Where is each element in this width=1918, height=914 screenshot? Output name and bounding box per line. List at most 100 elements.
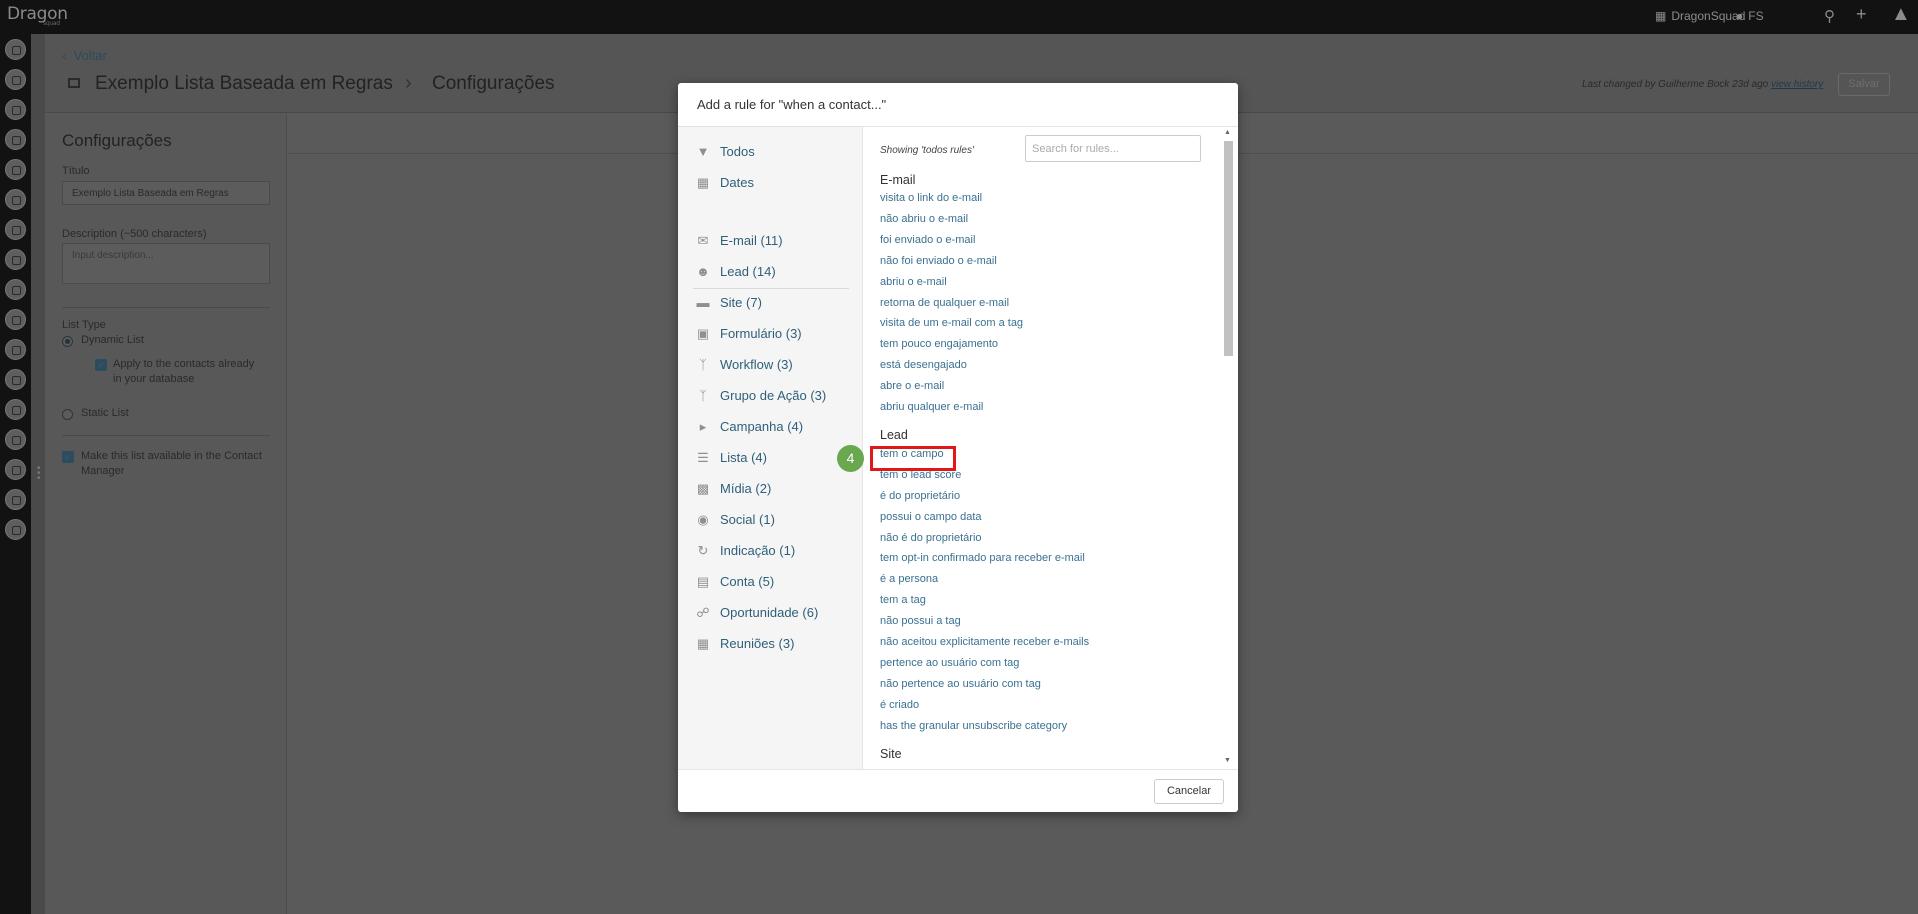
section-email-title: E-mail bbox=[880, 173, 916, 187]
category-midia[interactable]: ▩ Mídia (2) bbox=[695, 481, 771, 496]
category-campanha[interactable]: ▸ Campanha (4) bbox=[695, 419, 803, 434]
rule-item[interactable]: abre o e-mail bbox=[880, 380, 944, 392]
back-link[interactable]: ‹ Voltar bbox=[62, 48, 107, 63]
settings-panel: Configurações Título Exemplo Lista Basea… bbox=[45, 114, 287, 914]
category-label: Reuniões (3) bbox=[720, 636, 795, 651]
reports-icon[interactable] bbox=[5, 489, 26, 510]
category-reunioes[interactable]: ▦ Reuniões (3) bbox=[695, 636, 795, 651]
rule-item[interactable]: não pertence ao usuário com tag bbox=[880, 678, 1041, 690]
dynamic-list-radio[interactable] bbox=[62, 336, 73, 347]
rule-item[interactable]: tem pouco engajamento bbox=[880, 338, 998, 350]
likes-icon[interactable] bbox=[5, 279, 26, 300]
film-icon: ▩ bbox=[696, 480, 710, 496]
rule-item[interactable]: não aceitou explicitamente receber e-mai… bbox=[880, 636, 1089, 648]
category-conta[interactable]: ▤ Conta (5) bbox=[695, 574, 774, 589]
filter-dates[interactable]: ▦ Dates bbox=[695, 175, 754, 190]
search-icon[interactable]: ⚲ bbox=[1824, 7, 1835, 25]
rule-item[interactable]: visita de um e-mail com a tag bbox=[880, 317, 1023, 329]
rule-item[interactable]: tem opt-in confirmado para receber e-mai… bbox=[880, 552, 1085, 564]
chat-icon[interactable] bbox=[5, 369, 26, 390]
divider bbox=[62, 307, 270, 308]
rule-item[interactable]: pertence ao usuário com tag bbox=[880, 657, 1019, 669]
rule-item[interactable]: é a persona bbox=[880, 573, 938, 585]
filter-icon: ▼ bbox=[696, 143, 710, 159]
breadcrumb-title[interactable]: Exemplo Lista Baseada em Regras bbox=[95, 73, 393, 95]
media-icon[interactable] bbox=[5, 309, 26, 330]
social-icon[interactable] bbox=[5, 249, 26, 270]
user-menu[interactable]: ● FS bbox=[1736, 9, 1764, 23]
branch-icon: ᛉ bbox=[699, 356, 707, 372]
category-lista[interactable]: ☰ Lista (4) bbox=[695, 450, 767, 465]
calendar-icon: ▦ bbox=[696, 174, 710, 190]
rocket-icon[interactable]: ▲ bbox=[1891, 3, 1911, 26]
rule-item[interactable]: has the granular unsubscribe category bbox=[880, 720, 1067, 732]
integrations-icon[interactable] bbox=[5, 519, 26, 540]
category-social[interactable]: ◉ Social (1) bbox=[695, 512, 775, 527]
scroll-up-icon[interactable]: ▲ bbox=[1224, 129, 1231, 136]
rule-item[interactable]: não possui a tag bbox=[880, 615, 961, 627]
landing-pages-icon[interactable] bbox=[5, 129, 26, 150]
category-label: Formulário (3) bbox=[720, 326, 802, 341]
rule-item[interactable]: visita o link do e-mail bbox=[880, 192, 982, 204]
last-changed: Last changed by Guilherme Bock 23d ago v… bbox=[1582, 79, 1823, 90]
rule-item[interactable]: é criado bbox=[880, 699, 919, 711]
view-history-link[interactable]: view history bbox=[1771, 79, 1823, 90]
top-bar: Dragon squad ▦ DragonSquad ● FS ⚲ + ▲ bbox=[0, 0, 1918, 34]
rules-scrollbar[interactable]: ▲ ▼ bbox=[1222, 129, 1234, 769]
rule-item[interactable]: é do proprietário bbox=[880, 490, 960, 502]
calendar-icon[interactable] bbox=[5, 339, 26, 360]
workspace-name: DragonSquad bbox=[1671, 9, 1746, 23]
rule-item[interactable]: abriu o e-mail bbox=[880, 276, 947, 288]
search-rules-input[interactable]: Search for rules... bbox=[1025, 135, 1201, 162]
rule-item[interactable]: não abriu o e-mail bbox=[880, 213, 968, 225]
category-workflow[interactable]: ᛉ Workflow (3) bbox=[695, 357, 793, 372]
modal-header: Add a rule for "when a contact..." bbox=[678, 83, 1238, 127]
rule-category-sidebar: ▼ Todos ▦ Dates ✉ E-mail (11) ☻ Lead (14… bbox=[678, 127, 863, 769]
rule-item[interactable]: está desengajado bbox=[880, 359, 967, 371]
forms-icon[interactable] bbox=[5, 99, 26, 120]
rule-item[interactable]: não foi enviado o e-mail bbox=[880, 255, 997, 267]
highlight-box bbox=[870, 446, 956, 471]
description-field[interactable]: Input description... bbox=[62, 243, 270, 284]
rule-item[interactable]: retorna de qualquer e-mail bbox=[880, 297, 1009, 309]
drag-handle-icon[interactable]: • • • bbox=[37, 464, 41, 484]
available-line2: Manager bbox=[81, 465, 125, 477]
contacts-icon[interactable] bbox=[5, 39, 26, 60]
category-email[interactable]: ✉ E-mail (11) bbox=[695, 233, 783, 248]
rule-item[interactable]: tem a tag bbox=[880, 594, 926, 606]
user-icon: ☻ bbox=[696, 263, 710, 279]
static-list-radio[interactable] bbox=[62, 409, 73, 420]
scroll-down-icon[interactable]: ▼ bbox=[1224, 757, 1231, 764]
rule-item[interactable]: não é do proprietário bbox=[880, 532, 982, 544]
save-button[interactable]: Salvar bbox=[1838, 73, 1890, 96]
workspace-switcher[interactable]: ▦ DragonSquad bbox=[1655, 9, 1745, 23]
email-icon[interactable] bbox=[5, 69, 26, 90]
add-user-icon[interactable] bbox=[5, 459, 26, 480]
support-icon[interactable] bbox=[5, 429, 26, 450]
apply-existing-checkbox[interactable]: ✓ bbox=[95, 359, 107, 371]
app-logo[interactable]: Dragon squad bbox=[7, 4, 68, 27]
category-indicacao[interactable]: ↻ Indicação (1) bbox=[695, 543, 796, 558]
rule-item[interactable]: foi enviado o e-mail bbox=[880, 234, 975, 246]
available-in-contact-manager-checkbox[interactable]: ✓ bbox=[62, 451, 74, 463]
rule-item[interactable]: possui o campo data bbox=[880, 511, 982, 523]
divider bbox=[62, 435, 270, 436]
analytics-icon[interactable] bbox=[5, 399, 26, 420]
rule-item[interactable]: abriu qualquer e-mail bbox=[880, 401, 983, 413]
left-rail: ⚙ bbox=[0, 34, 31, 914]
category-lead[interactable]: ☻ Lead (14) bbox=[695, 264, 776, 279]
workflow-icon[interactable] bbox=[5, 159, 26, 180]
category-label: Workflow (3) bbox=[720, 357, 793, 372]
chevron-right-icon: › bbox=[405, 72, 412, 94]
category-grupo-de-acao[interactable]: ᛉ Grupo de Ação (3) bbox=[695, 388, 826, 403]
category-formulario[interactable]: ▣ Formulário (3) bbox=[695, 326, 802, 341]
title-field[interactable]: Exemplo Lista Baseada em Regras bbox=[62, 181, 270, 205]
plus-icon[interactable]: + bbox=[1856, 4, 1867, 25]
scroll-thumb[interactable] bbox=[1224, 141, 1233, 356]
category-oportunidade[interactable]: ☍ Oportunidade (6) bbox=[695, 605, 818, 620]
category-site[interactable]: ▬ Site (7) bbox=[695, 295, 762, 310]
cancel-button[interactable]: Cancelar bbox=[1154, 779, 1224, 804]
lists-icon[interactable] bbox=[5, 189, 26, 210]
filter-todos[interactable]: ▼ Todos bbox=[695, 144, 755, 159]
campaigns-icon[interactable] bbox=[5, 219, 26, 240]
